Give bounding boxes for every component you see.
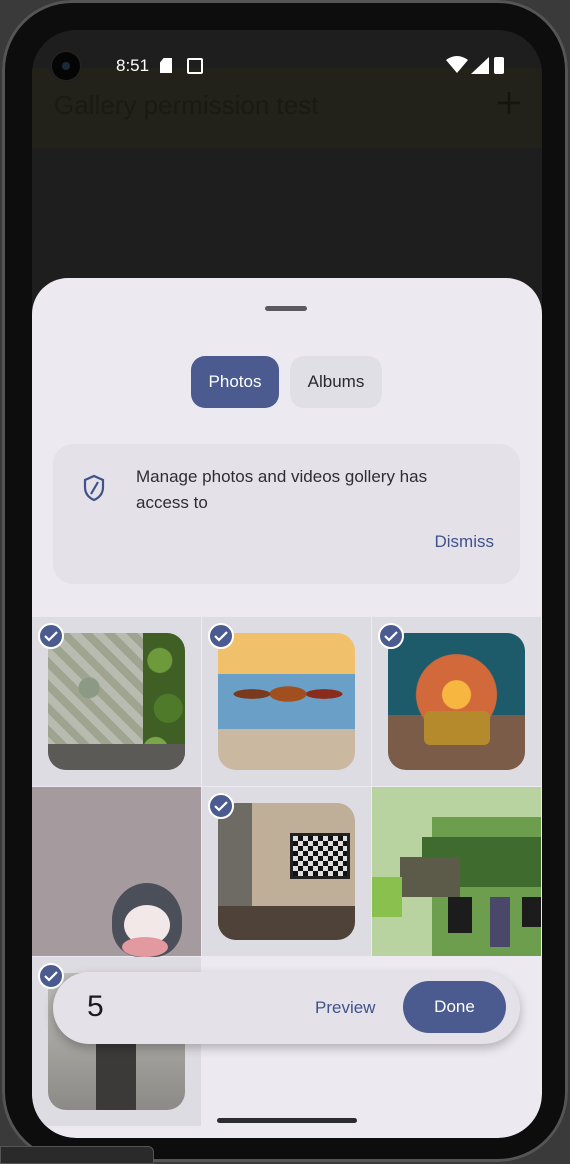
screenshot-icon <box>187 58 203 74</box>
drag-handle[interactable] <box>265 306 307 311</box>
preview-button[interactable]: Preview <box>315 998 375 1018</box>
access-banner: Manage photos and videos gollery has acc… <box>53 444 520 584</box>
photo-thumbnail <box>218 803 355 940</box>
check-icon <box>208 623 234 649</box>
check-icon <box>378 623 404 649</box>
shield-icon <box>83 474 105 502</box>
status-bar: 8:51 <box>32 30 542 100</box>
grid-item[interactable] <box>372 617 541 786</box>
selection-bar: 5 Preview Done <box>53 972 520 1044</box>
done-button[interactable]: Done <box>403 981 506 1033</box>
emulator-edge <box>0 1146 154 1164</box>
tab-albums[interactable]: Albums <box>290 356 382 408</box>
banner-message: Manage photos and videos gollery has acc… <box>136 467 428 512</box>
photo-thumbnail <box>388 633 525 770</box>
photo-thumbnail <box>48 633 185 770</box>
screen: Gallery permission test 8:51 Photos Albu… <box>32 30 542 1138</box>
signal-icon <box>471 57 489 74</box>
photo-picker-sheet: Photos Albums Manage photos and videos g… <box>32 278 542 1138</box>
check-icon <box>208 793 234 819</box>
sd-card-icon <box>160 58 172 73</box>
gesture-nav-bar[interactable] <box>217 1118 357 1123</box>
check-icon <box>38 623 64 649</box>
photo-grid <box>32 617 542 1137</box>
front-camera <box>50 50 82 82</box>
photo-thumbnail <box>218 633 355 770</box>
dismiss-button[interactable]: Dismiss <box>435 532 495 552</box>
grid-item[interactable] <box>372 787 541 956</box>
grid-item[interactable] <box>202 617 371 786</box>
device-frame: Gallery permission test 8:51 Photos Albu… <box>2 0 568 1162</box>
grid-item[interactable] <box>32 787 201 957</box>
wifi-icon <box>446 56 468 73</box>
grid-item[interactable] <box>32 617 201 786</box>
grid-item[interactable] <box>202 787 371 956</box>
status-time: 8:51 <box>116 56 150 75</box>
selected-count: 5 <box>87 990 104 1023</box>
battery-icon <box>494 57 504 74</box>
tab-photos[interactable]: Photos <box>191 356 279 408</box>
